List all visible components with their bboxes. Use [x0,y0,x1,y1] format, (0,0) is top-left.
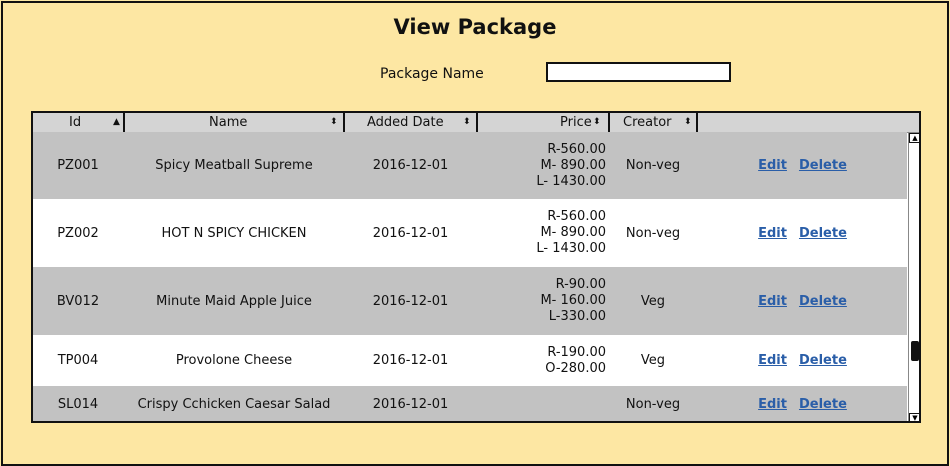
price-line: R-90.00 [555,277,606,292]
row-id: BV012 [56,293,100,309]
row-price [478,386,608,421]
column-header-label: Creator [623,115,672,130]
package-name-input[interactable] [546,62,731,82]
table-row[interactable]: PZ001 Spicy Meatball Supreme 2016-12-01 … [33,132,907,199]
row-actions: Edit Delete [698,199,907,267]
scrollbar-thumb[interactable] [911,341,919,361]
column-header-id[interactable]: Id ▲ [33,113,123,132]
column-header-label: Added Date [367,115,444,130]
row-name: Provolone Cheese [175,353,293,368]
sort-icon: ⬍ [593,117,601,127]
row-creator: Veg [640,293,666,309]
price-line: M- 160.00 [540,293,606,308]
row-name: HOT N SPICY CHICKEN [161,225,307,241]
price-line: L- 1430.00 [536,241,606,256]
vertical-scrollbar[interactable]: ▲ ▼ [908,133,919,421]
edit-link[interactable]: Edit [758,294,787,309]
column-header-label: Id [69,115,82,130]
package-name-label: Package Name [380,66,484,82]
column-header-added-date[interactable]: Added Date ⬍ [345,113,476,132]
delete-link[interactable]: Delete [799,158,847,173]
column-header-creator[interactable]: Creator ⬍ [610,113,696,132]
row-added-date: 2016-12-01 [372,353,449,368]
row-name: Crispy Cchicken Caesar Salad [137,397,331,412]
edit-link[interactable]: Edit [758,158,787,173]
page-title: View Package [393,15,557,39]
row-creator: Non-veg [625,225,681,241]
column-header-price[interactable]: Price ⬍ [478,113,608,132]
row-added-date: 2016-12-01 [372,397,449,412]
delete-link[interactable]: Delete [799,397,847,412]
arrow-up-icon[interactable]: ▲ [909,133,919,143]
row-name: Minute Maid Apple Juice [156,293,312,309]
row-added-date: 2016-12-01 [372,158,449,173]
delete-link[interactable]: Delete [799,226,847,241]
delete-link[interactable]: Delete [799,294,847,309]
price-line: L- 1430.00 [536,173,606,189]
edit-link[interactable]: Edit [758,226,787,241]
table-row[interactable]: PZ002 HOT N SPICY CHICKEN 2016-12-01 R-5… [33,199,907,267]
row-creator: Non-veg [625,158,681,173]
price-line: R-560.00 [547,141,606,157]
column-header-label: Price [560,115,592,130]
row-price: R-560.00 M- 890.00 L- 1430.00 [478,132,608,199]
sort-icon: ⬍ [330,117,338,127]
row-actions: Edit Delete [698,386,907,421]
price-line: R-560.00 [547,209,606,224]
row-added-date: 2016-12-01 [372,293,449,309]
row-id: TP004 [57,353,99,368]
column-header-label: Name [209,115,248,130]
row-name: Spicy Meatball Supreme [155,158,313,173]
row-actions: Edit Delete [698,335,907,386]
table-row[interactable]: TP004 Provolone Cheese 2016-12-01 R-190.… [33,335,907,386]
arrow-down-icon[interactable]: ▼ [909,413,919,421]
row-added-date: 2016-12-01 [372,225,449,241]
row-actions: Edit Delete [698,267,907,335]
row-id: PZ001 [57,158,99,173]
sort-icon: ⬍ [463,117,471,127]
row-id: PZ002 [57,225,99,241]
sort-icon: ⬍ [684,117,692,127]
price-line: L-330.00 [548,309,606,324]
price-line: M- 890.00 [540,157,606,173]
row-price: R-90.00 M- 160.00 L-330.00 [478,267,608,335]
edit-link[interactable]: Edit [758,353,787,368]
column-header-name[interactable]: Name ⬍ [125,113,343,132]
delete-link[interactable]: Delete [799,353,847,368]
row-creator: Non-veg [625,397,681,412]
row-id: SL014 [57,397,99,412]
edit-link[interactable]: Edit [758,397,787,412]
table-row[interactable]: BV012 Minute Maid Apple Juice 2016-12-01… [33,267,907,335]
row-creator: Veg [640,353,666,368]
view-package-window: View Package Package Name Id ▲ Name ⬍ Ad… [1,1,949,466]
price-line: R-190.00 [547,344,606,360]
package-table: Id ▲ Name ⬍ Added Date ⬍ Price ⬍ Creator… [31,111,921,423]
table-row[interactable]: SL014 Crispy Cchicken Caesar Salad 2016-… [33,386,907,421]
price-line: M- 890.00 [540,225,606,240]
row-actions: Edit Delete [698,132,907,199]
price-line: O-280.00 [545,360,606,376]
row-price: R-190.00 O-280.00 [478,335,608,386]
row-price: R-560.00 M- 890.00 L- 1430.00 [478,199,608,267]
sort-ascending-icon: ▲ [113,117,120,127]
